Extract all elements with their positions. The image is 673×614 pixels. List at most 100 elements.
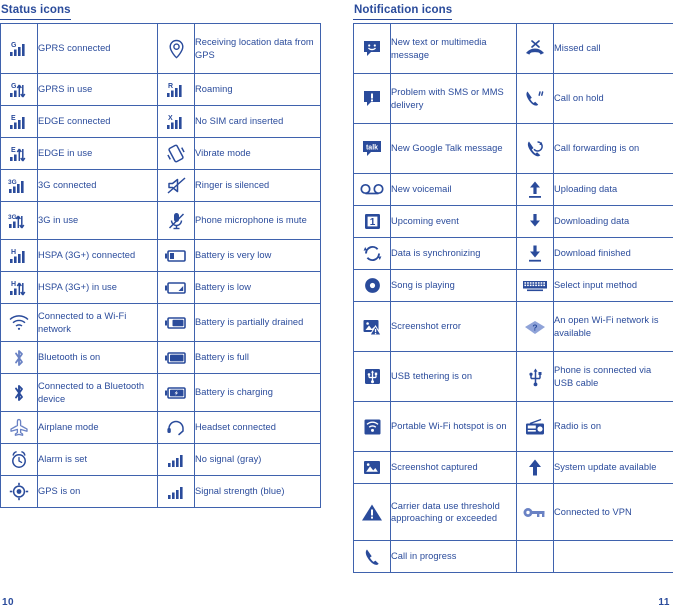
table-row: Song is playing Select input method: [353, 269, 673, 302]
battery-low-icon: [157, 271, 195, 304]
table-row: USB tethering is on Phone is connected v…: [353, 351, 673, 402]
call-on-hold-icon: [516, 73, 554, 124]
notification-label: Screenshot error: [390, 301, 517, 352]
status-label: 3G in use: [37, 201, 158, 240]
notification-label: Select input method: [553, 269, 673, 302]
left-page-number: 10: [2, 597, 15, 608]
table-row: Problem with SMS or MMS delivery Call on…: [353, 73, 673, 124]
notification-label: New text or multimedia message: [390, 23, 517, 74]
table-row: G GPRS connected Receiving location data…: [0, 23, 321, 74]
call-in-progress-icon: [353, 540, 391, 573]
status-icons-column: Status icons G GPRS connected Receiving …: [0, 0, 336, 508]
svg-text:3G: 3G: [8, 179, 17, 186]
table-row: New voicemail Uploading data: [353, 173, 673, 206]
keyboard-icon: [516, 269, 554, 302]
status-label: No SIM card inserted: [194, 105, 321, 138]
battery-full-icon: [157, 341, 195, 374]
status-label: Airplane mode: [37, 411, 158, 444]
table-row: talk New Google Talk message Call forwar…: [353, 123, 673, 174]
notification-label: Screenshot captured: [390, 451, 517, 484]
notification-label: Download finished: [553, 237, 673, 270]
status-label: Headset connected: [194, 411, 321, 444]
table-row: Bluetooth is on Battery is full: [0, 341, 321, 374]
wifi-open-network-icon: ?: [516, 301, 554, 352]
status-label: Vibrate mode: [194, 137, 321, 170]
location-pin-icon: [157, 23, 195, 74]
notification-label: Uploading data: [553, 173, 673, 206]
table-row: 3G 3G in use Phone microphone is mute: [0, 201, 321, 240]
google-talk-icon: talk: [353, 123, 391, 174]
screenshot-error-icon: [353, 301, 391, 352]
notification-label: Portable Wi-Fi hotspot is on: [390, 401, 517, 452]
status-label: 3G connected: [37, 169, 158, 202]
manual-page-spread: Status icons G GPRS connected Receiving …: [0, 0, 673, 614]
signal-bars-g-active-icon: G: [0, 73, 38, 106]
battery-very-low-icon: [157, 239, 195, 272]
usb-tethering-icon: [353, 351, 391, 402]
signal-bars-g-icon: G: [0, 23, 38, 74]
table-row: Portable Wi-Fi hotspot is on Radio is on: [353, 401, 673, 452]
status-icons-table: G GPRS connected Receiving location data…: [0, 23, 321, 508]
status-label: Phone microphone is mute: [194, 201, 321, 240]
table-row: G GPRS in use R Roaming: [0, 73, 321, 106]
status-label: Ringer is silenced: [194, 169, 321, 202]
notification-label: Upcoming event: [390, 205, 517, 238]
notification-label: An open Wi-Fi network is available: [553, 301, 673, 352]
notification-label: Missed call: [553, 23, 673, 74]
table-row: Data is synchronizing Download finished: [353, 237, 673, 270]
notification-icons-table: New text or multimedia message Missed ca…: [353, 23, 673, 573]
table-row: E EDGE connected X No SIM card inserted: [0, 105, 321, 138]
signal-bars-e-icon: E: [0, 105, 38, 138]
signal-no-gray-icon: [157, 443, 195, 476]
svg-text:X: X: [168, 115, 173, 122]
status-label: Battery is very low: [194, 239, 321, 272]
bluetooth-connected-icon: [0, 373, 38, 412]
notification-icons-heading: Notification icons: [353, 4, 453, 20]
up-arrow-icon: [516, 451, 554, 484]
status-label: Connected to a Bluetooth device: [37, 373, 158, 412]
microphone-mute-icon: [157, 201, 195, 240]
svg-text:talk: talk: [366, 145, 378, 152]
gps-on-icon: [0, 475, 38, 508]
svg-text:H: H: [11, 281, 16, 288]
empty-icon-cell: [516, 540, 554, 573]
table-row: 3G 3G connected Ringer is silenced: [0, 169, 321, 202]
status-label: Battery is partially drained: [194, 303, 321, 342]
wifi-connected-icon: [0, 303, 38, 342]
table-row: Connected to a Bluetooth device Battery …: [0, 373, 321, 412]
svg-text:E: E: [11, 115, 16, 122]
table-row: Airplane mode Headset connected: [0, 411, 321, 444]
notification-label: Phone is connected via USB cable: [553, 351, 673, 402]
status-label: Connected to a Wi-Fi network: [37, 303, 158, 342]
sms-problem-icon: [353, 73, 391, 124]
status-label: GPRS connected: [37, 23, 158, 74]
notification-label: Problem with SMS or MMS delivery: [390, 73, 517, 124]
notification-label: Call on hold: [553, 73, 673, 124]
alarm-clock-icon: [0, 443, 38, 476]
svg-text:E: E: [11, 147, 16, 154]
ringer-silenced-icon: [157, 169, 195, 202]
status-label: HSPA (3G+) in use: [37, 271, 158, 304]
table-row: E EDGE in use Vibrate mode: [0, 137, 321, 170]
signal-bars-3g-icon: 3G: [0, 169, 38, 202]
status-label: Battery is low: [194, 271, 321, 304]
notification-icons-column: Notification icons New text or multimedi…: [353, 0, 673, 573]
status-label: Receiving location data from GPS: [194, 23, 321, 74]
table-row: Alarm is set No signal (gray): [0, 443, 321, 476]
notification-label: Song is playing: [390, 269, 517, 302]
table-row: Call in progress: [353, 540, 673, 573]
usb-cable-icon: [516, 351, 554, 402]
download-finished-icon: [516, 237, 554, 270]
signal-bars-h-active-icon: H: [0, 271, 38, 304]
notification-label: Downloading data: [553, 205, 673, 238]
notification-label: New voicemail: [390, 173, 517, 206]
bluetooth-on-icon: [0, 341, 38, 374]
vibrate-icon: [157, 137, 195, 170]
status-label: GPS is on: [37, 475, 158, 508]
svg-text:?: ?: [532, 323, 537, 333]
missed-call-icon: [516, 23, 554, 74]
svg-text:G: G: [11, 42, 17, 49]
music-playing-icon: [353, 269, 391, 302]
radio-icon: [516, 401, 554, 452]
notification-label: Carrier data use threshold approaching o…: [390, 483, 517, 541]
